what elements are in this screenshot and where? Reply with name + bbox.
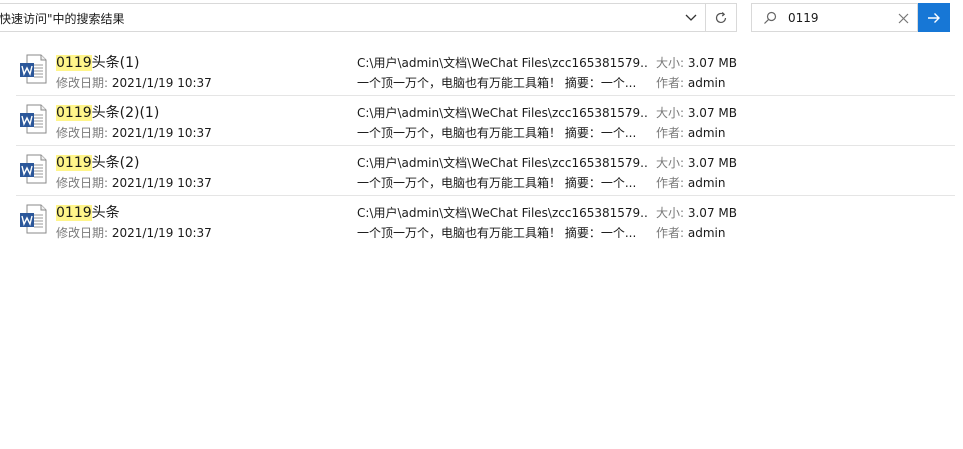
modified-label: 修改日期: — [56, 226, 112, 240]
match-highlight: 0119 — [56, 205, 92, 221]
author-label: 作者: — [656, 76, 688, 90]
file-name-rest: 头条(1) — [91, 55, 140, 71]
modified-value: 2021/1/19 10:37 — [111, 226, 212, 240]
file-summary: 一个顶一万个，电脑也有万能工具箱！ 摘要：一个... — [357, 226, 637, 240]
file-summary: 一个顶一万个，电脑也有万能工具箱！ 摘要：一个... — [357, 176, 637, 190]
file-size: 大小: 3.07 MB — [656, 54, 737, 71]
author-label: 作者: — [656, 226, 688, 240]
modified-value: 2021/1/19 10:37 — [111, 176, 212, 190]
author-value: admin — [687, 226, 726, 240]
size-label: 大小: — [656, 56, 688, 70]
word-document-icon — [20, 154, 47, 184]
file-summary: 一个顶一万个，电脑也有万能工具箱！ 摘要：一个... — [357, 76, 637, 90]
size-label: 大小: — [656, 106, 688, 120]
search-go-button[interactable] — [918, 3, 950, 32]
file-name[interactable]: 0119头条(2)(1) — [56, 102, 159, 122]
chevron-down-icon — [685, 14, 697, 21]
search-input[interactable] — [788, 8, 888, 28]
address-bar[interactable]: 快速访问"中的搜索结果 — [0, 3, 737, 32]
search-box[interactable] — [751, 3, 918, 32]
modified-date: 修改日期: 2021/1/19 10:37 — [56, 224, 212, 241]
size-value: 3.07 MB — [687, 206, 737, 220]
size-value: 3.07 MB — [687, 56, 737, 70]
modified-label: 修改日期: — [56, 126, 112, 140]
modified-date: 修改日期: 2021/1/19 10:37 — [56, 124, 212, 141]
file-name-rest: 头条 — [91, 205, 120, 221]
author-label: 作者: — [656, 126, 688, 140]
modified-date: 修改日期: 2021/1/19 10:37 — [56, 74, 212, 91]
author-value: admin — [687, 76, 726, 90]
file-size: 大小: 3.07 MB — [656, 154, 737, 171]
file-size: 大小: 3.07 MB — [656, 204, 737, 221]
file-author: 作者: admin — [656, 174, 725, 191]
file-path: C:\用户\admin\文档\WeChat Files\zcc165381579… — [357, 106, 647, 120]
result-row[interactable]: 0119头条 修改日期: 2021/1/19 10:37 C:\用户\admin… — [16, 196, 955, 245]
refresh-icon — [715, 11, 727, 23]
match-highlight: 0119 — [56, 55, 92, 71]
refresh-button[interactable] — [706, 4, 736, 31]
file-name-rest: 头条(2) — [91, 155, 140, 171]
file-author: 作者: admin — [656, 124, 725, 141]
file-author: 作者: admin — [656, 224, 725, 241]
size-label: 大小: — [656, 156, 688, 170]
address-bar-text[interactable]: 快速访问"中的搜索结果 — [0, 10, 125, 27]
modified-value: 2021/1/19 10:37 — [111, 126, 212, 140]
search-results-list: 0119头条(1) 修改日期: 2021/1/19 10:37 C:\用户\ad… — [16, 46, 955, 245]
size-label: 大小: — [656, 206, 688, 220]
size-value: 3.07 MB — [687, 106, 737, 120]
result-row[interactable]: 0119头条(2)(1) 修改日期: 2021/1/19 10:37 C:\用户… — [16, 96, 955, 146]
author-value: admin — [687, 176, 726, 190]
search-icon — [764, 11, 777, 24]
file-name-rest: 头条(2)(1) — [91, 105, 160, 121]
arrow-right-icon — [928, 12, 940, 23]
author-label: 作者: — [656, 176, 688, 190]
word-document-icon — [20, 54, 47, 84]
file-path: C:\用户\admin\文档\WeChat Files\zcc165381579… — [357, 156, 647, 170]
match-highlight: 0119 — [56, 155, 92, 171]
size-value: 3.07 MB — [687, 156, 737, 170]
clear-search-button[interactable] — [895, 10, 911, 26]
file-name[interactable]: 0119头条 — [56, 202, 120, 222]
word-document-icon — [20, 104, 47, 134]
file-size: 大小: 3.07 MB — [656, 104, 737, 121]
file-name[interactable]: 0119头条(1) — [56, 52, 139, 72]
file-path: C:\用户\admin\文档\WeChat Files\zcc165381579… — [357, 56, 647, 70]
result-row[interactable]: 0119头条(2) 修改日期: 2021/1/19 10:37 C:\用户\ad… — [16, 146, 955, 196]
file-name[interactable]: 0119头条(2) — [56, 152, 139, 172]
close-icon — [898, 13, 908, 23]
file-author: 作者: admin — [656, 74, 725, 91]
modified-value: 2021/1/19 10:37 — [111, 76, 212, 90]
author-value: admin — [687, 126, 726, 140]
modified-date: 修改日期: 2021/1/19 10:37 — [56, 174, 212, 191]
match-highlight: 0119 — [56, 105, 92, 121]
word-document-icon — [20, 204, 47, 234]
modified-label: 修改日期: — [56, 176, 112, 190]
result-row[interactable]: 0119头条(1) 修改日期: 2021/1/19 10:37 C:\用户\ad… — [16, 46, 955, 96]
address-history-dropdown-button[interactable] — [677, 4, 705, 31]
file-path: C:\用户\admin\文档\WeChat Files\zcc165381579… — [357, 206, 647, 220]
modified-label: 修改日期: — [56, 76, 112, 90]
file-summary: 一个顶一万个，电脑也有万能工具箱！ 摘要：一个... — [357, 126, 637, 140]
